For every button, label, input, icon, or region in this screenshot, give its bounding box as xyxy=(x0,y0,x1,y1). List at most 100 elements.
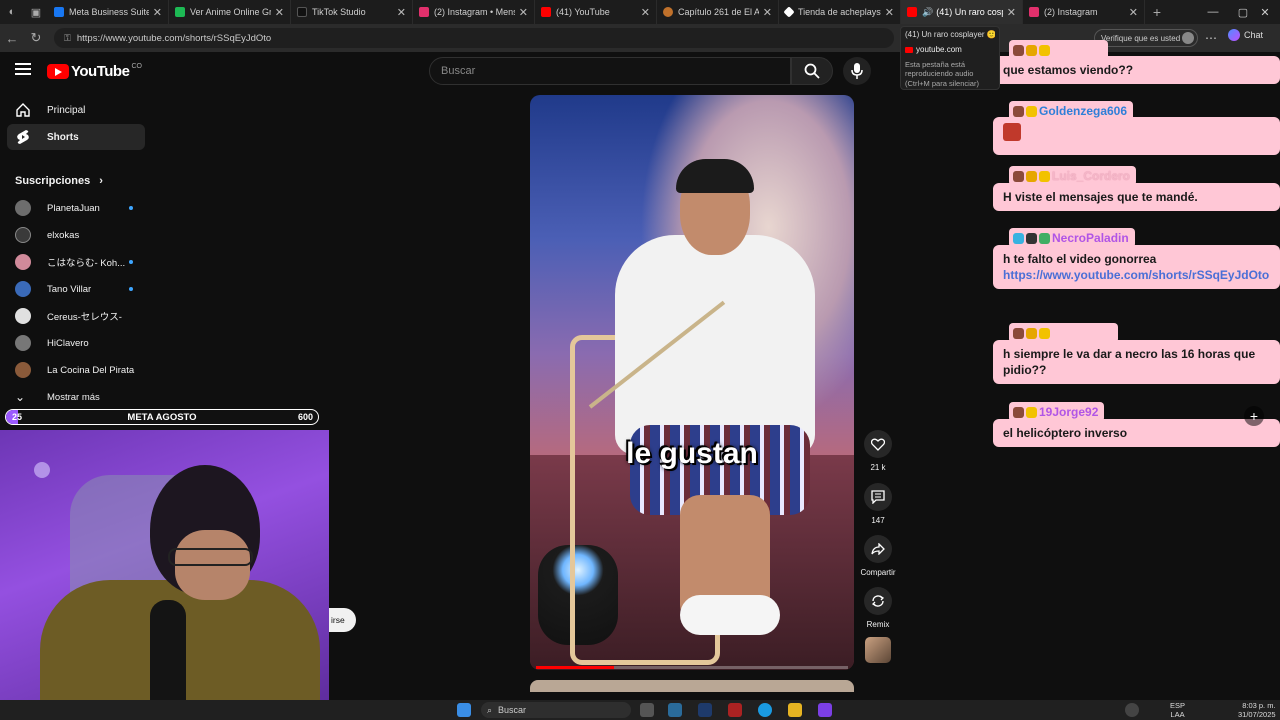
minimize-button[interactable]: — xyxy=(1198,0,1228,24)
task-view-icon[interactable] xyxy=(640,703,654,717)
chat-link[interactable]: https://www.youtube.com/shorts/rSSqEyJdO… xyxy=(1003,268,1269,282)
search-icon: ⌕ xyxy=(487,704,493,715)
photoshop-icon[interactable] xyxy=(698,703,712,717)
folder-icon[interactable] xyxy=(788,703,802,717)
avatar xyxy=(15,227,31,243)
new-tab-button[interactable]: + xyxy=(1145,0,1169,24)
tab-meta-business[interactable]: Meta Business Suite ✕ xyxy=(48,0,169,24)
show-more-button[interactable]: ⌄ Mostrar más xyxy=(15,387,145,407)
subscription-item[interactable]: こはならむ- Koh... xyxy=(15,252,145,272)
search-input[interactable]: Buscar xyxy=(429,57,791,85)
speaker-icon[interactable]: 🔊 xyxy=(922,7,933,18)
next-short-preview[interactable] xyxy=(530,680,854,692)
copilot-icon xyxy=(1228,29,1240,41)
manga-site-icon xyxy=(663,7,673,17)
menu-icon[interactable] xyxy=(15,63,31,75)
sidebar-item-shorts[interactable]: Shorts xyxy=(7,124,145,150)
tab-un-raro-cosplayer[interactable]: 🔊(41) Un raro cosplayer✕ xyxy=(901,0,1023,24)
add-icon[interactable]: + xyxy=(1244,406,1264,426)
browser-tab-bar: ◐ ▣ Meta Business Suite ✕ Ver Anime Onlin… xyxy=(0,0,1280,24)
chat-message: que estamos viendo?? xyxy=(993,56,1280,84)
subscription-item[interactable]: Tano Villar xyxy=(15,279,145,299)
close-icon[interactable]: ✕ xyxy=(641,6,650,19)
like-button[interactable]: 21 k xyxy=(864,430,892,472)
sidebar-item-home[interactable]: Principal xyxy=(7,97,145,123)
screen: { "browser": { "tabs": [ {"title": "Meta… xyxy=(0,0,1280,720)
share-button[interactable]: Compartir xyxy=(860,535,896,577)
language-indicator[interactable]: ESP LAA xyxy=(1170,701,1185,719)
close-icon[interactable]: ✕ xyxy=(275,6,284,19)
anime-site-icon xyxy=(175,7,185,17)
tab-instagram[interactable]: (2) Instagram ✕ xyxy=(1023,0,1145,24)
store-icon xyxy=(783,6,795,18)
voice-search-button[interactable] xyxy=(843,57,871,85)
more-options-icon[interactable]: ⋯ xyxy=(1205,31,1217,45)
subscription-item[interactable]: PlanetaJuan xyxy=(15,198,145,218)
tab-youtube[interactable]: (41) YouTube ✕ xyxy=(535,0,657,24)
tab-instagram-messages[interactable]: (2) Instagram • Mensajes✕ xyxy=(413,0,535,24)
window-close-button[interactable]: ✕ xyxy=(1250,0,1280,24)
tiktok-icon xyxy=(297,7,307,17)
subscriptions-heading[interactable]: Suscripciones › xyxy=(15,175,103,187)
badge-icon xyxy=(1026,406,1037,418)
close-icon[interactable]: ✕ xyxy=(885,6,894,19)
app-icon[interactable] xyxy=(668,703,682,717)
app-icon[interactable] xyxy=(728,703,742,717)
badge-icon xyxy=(1026,170,1037,182)
close-icon[interactable]: ✕ xyxy=(397,6,406,19)
heart-icon xyxy=(871,438,885,451)
comment-icon xyxy=(871,490,885,504)
edge-icon[interactable] xyxy=(758,703,772,717)
meta-goal-bar: 25 META AGOSTO 600 xyxy=(5,409,319,425)
close-icon[interactable]: ✕ xyxy=(1129,6,1138,19)
remix-button[interactable]: Remix xyxy=(864,587,892,629)
close-icon[interactable]: ✕ xyxy=(519,6,528,19)
video-progress-bar[interactable] xyxy=(536,666,848,669)
search-icon xyxy=(804,63,820,79)
tab-tienda[interactable]: Tienda de acheplayswe✕ xyxy=(779,0,901,24)
close-icon[interactable]: ✕ xyxy=(763,6,772,19)
shorts-video-player[interactable]: le gustan xyxy=(530,95,854,670)
tab-anime[interactable]: Ver Anime Online Gratis✕ xyxy=(169,0,291,24)
copilot-chat-button[interactable]: Chat xyxy=(1228,29,1263,41)
badge-icon xyxy=(1013,327,1024,339)
tray-icon[interactable] xyxy=(1125,703,1139,717)
badge-icon xyxy=(1026,44,1037,56)
subscribe-pill-fragment[interactable]: irse xyxy=(329,608,356,632)
badge-icon xyxy=(1026,105,1037,117)
discord-icon[interactable] xyxy=(818,703,832,717)
youtube-play-icon xyxy=(47,64,69,79)
badge-icon xyxy=(1013,44,1024,56)
badge-icon xyxy=(1026,327,1037,339)
tab-actions-icon[interactable]: ▣ xyxy=(24,0,48,24)
subscription-item[interactable]: La Cocina Del Pirata xyxy=(15,360,145,380)
taskbar-search[interactable]: ⌕ Buscar xyxy=(481,702,631,718)
close-icon[interactable]: ✕ xyxy=(153,6,162,19)
chat-username xyxy=(1009,323,1118,343)
badge-icon xyxy=(1039,44,1050,56)
badge-icon xyxy=(1013,105,1024,117)
profile-icon[interactable]: ◐ xyxy=(0,0,24,24)
verify-profile-button[interactable]: Verifique que es usted xyxy=(1094,29,1198,47)
url-field[interactable]: ⚿ https://www.youtube.com/shorts/rSSqEyJd… xyxy=(54,28,894,48)
close-icon[interactable]: ✕ xyxy=(1007,6,1016,19)
clock[interactable]: 8:03 p. m. 31/07/2025 xyxy=(1238,701,1276,719)
youtube-icon xyxy=(905,46,913,53)
youtube-logo[interactable]: YouTube CO xyxy=(47,63,142,80)
chat-message: el helicóptero inverso xyxy=(993,419,1280,447)
subscription-item[interactable]: HiClavero xyxy=(15,333,145,353)
search-button[interactable] xyxy=(791,57,833,85)
lock-icon: ⚿ xyxy=(64,32,71,43)
back-arrow-icon[interactable]: ← xyxy=(0,24,24,52)
tab-tiktok-studio[interactable]: TikTok Studio ✕ xyxy=(291,0,413,24)
subscription-item[interactable]: elxokas xyxy=(15,225,145,245)
tab-capitulo[interactable]: Capítulo 261 de El Asesino✕ xyxy=(657,0,779,24)
sound-thumbnail[interactable] xyxy=(865,637,891,663)
chevron-down-icon: ⌄ xyxy=(15,390,26,404)
windows-start-icon[interactable] xyxy=(457,703,471,717)
comments-button[interactable]: 147 xyxy=(864,483,892,525)
webcam-feed xyxy=(0,430,329,720)
reload-icon[interactable]: ↻ xyxy=(24,24,48,52)
subscription-item[interactable]: Cereus-セレウス- xyxy=(15,306,145,326)
tab-tooltip: (41) Un raro cosplayer 🙂 - YouTube youtu… xyxy=(900,26,1000,90)
